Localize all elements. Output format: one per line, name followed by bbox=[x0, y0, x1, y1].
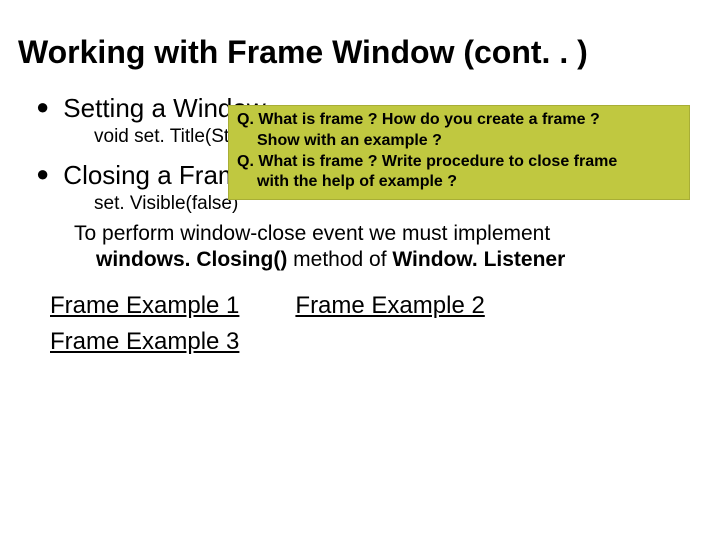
callout-q1-line2: Show with an example ? bbox=[237, 131, 681, 152]
explain-line1: To perform window-close event we must im… bbox=[74, 222, 550, 245]
link-frame-example-2[interactable]: Frame Example 2 bbox=[295, 292, 484, 320]
link-frame-example-1[interactable]: Frame Example 1 bbox=[50, 292, 239, 320]
link-frame-example-3[interactable]: Frame Example 3 bbox=[50, 328, 239, 356]
closing-explanation: To perform window-close event we must im… bbox=[74, 221, 702, 274]
bullet-closing-label: Closing a Frame bbox=[63, 160, 254, 191]
explain-method: windows. Closing() bbox=[96, 248, 287, 271]
bullet-dot-icon: ● bbox=[36, 160, 49, 188]
example-links: Frame Example 1 Frame Example 2 Frame Ex… bbox=[50, 292, 702, 356]
callout-q2-line1: Q. What is frame ? Write procedure to cl… bbox=[237, 152, 681, 173]
slide: Working with Frame Window (cont. . ) ● S… bbox=[0, 0, 720, 540]
slide-title: Working with Frame Window (cont. . ) bbox=[18, 34, 702, 71]
explain-of: method of bbox=[287, 248, 392, 271]
callout-q1-line1: Q. What is frame ? How do you create a f… bbox=[237, 110, 681, 131]
explain-listener: Window. Listener bbox=[392, 248, 565, 271]
callout-q2-line2: with the help of example ? bbox=[237, 172, 681, 193]
question-callout: Q. What is frame ? How do you create a f… bbox=[228, 105, 690, 200]
bullet-dot-icon: ● bbox=[36, 93, 49, 121]
